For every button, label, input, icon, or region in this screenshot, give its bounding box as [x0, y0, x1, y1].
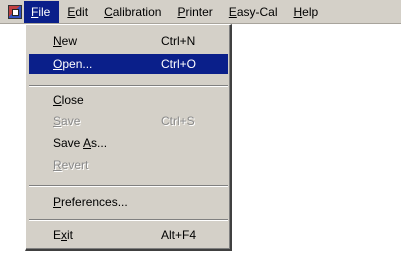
- menu-easy-cal-label: asy-Cal: [236, 4, 278, 19]
- menu-file[interactable]: File: [24, 0, 60, 23]
- menu-item-save-label: Save: [53, 114, 81, 128]
- menu-help[interactable]: Help: [286, 1, 327, 23]
- menu-calibration-label: alibration: [112, 4, 162, 19]
- menu-item-new-label: New: [53, 34, 78, 48]
- menu-easy-cal-mnemonic: E: [228, 4, 237, 19]
- menu-item-close[interactable]: Close: [29, 90, 228, 110]
- menu-printer-label: rinter: [185, 4, 213, 19]
- menu-item-open[interactable]: Open... Ctrl+O: [29, 54, 228, 74]
- menu-easy-cal[interactable]: Easy-Cal: [221, 1, 286, 23]
- menu-item-preferences[interactable]: Preferences...: [29, 192, 228, 212]
- menu-calibration[interactable]: Calibration: [96, 1, 169, 23]
- menu-item-save-as-label: Save As...: [53, 136, 108, 150]
- menu-help-label: elp: [302, 4, 319, 19]
- menu-separator: [29, 185, 228, 187]
- menu-separator: [29, 219, 228, 221]
- menu-edit[interactable]: Edit: [59, 1, 96, 23]
- menu-item-save: Save Ctrl+S: [29, 111, 228, 131]
- menu-help-mnemonic: H: [293, 4, 303, 19]
- menu-item-exit[interactable]: Exit Alt+F4: [29, 225, 228, 245]
- menu-item-exit-shortcut: Alt+F4: [161, 228, 197, 242]
- file-menu-dropdown: New Ctrl+N Open... Ctrl+O Close Save Ctr…: [25, 24, 232, 251]
- menu-item-open-label: Open...: [53, 57, 93, 71]
- menu-item-revert: Revert: [29, 155, 228, 175]
- menu-item-save-shortcut: Ctrl+S: [161, 114, 195, 128]
- menu-file-label: ile: [38, 4, 51, 19]
- menu-item-new[interactable]: New Ctrl+N: [29, 31, 228, 51]
- app-icon[interactable]: [8, 4, 22, 19]
- menu-item-open-shortcut: Ctrl+O: [161, 57, 197, 71]
- menu-item-save-as[interactable]: Save As...: [29, 133, 228, 153]
- menu-bar: File Edit Calibration Printer Easy-Cal H…: [0, 0, 401, 24]
- menu-item-exit-label: Exit: [53, 228, 74, 242]
- menu-printer[interactable]: Printer: [169, 1, 220, 23]
- menu-item-new-shortcut: Ctrl+N: [161, 34, 196, 48]
- menu-separator: [29, 85, 228, 87]
- menu-edit-label: dit: [75, 4, 89, 19]
- menu-item-revert-label: Revert: [53, 158, 89, 172]
- menu-item-close-label: Close: [53, 93, 84, 107]
- menu-item-preferences-label: Preferences...: [53, 195, 128, 209]
- menu-calibration-mnemonic: C: [104, 4, 113, 19]
